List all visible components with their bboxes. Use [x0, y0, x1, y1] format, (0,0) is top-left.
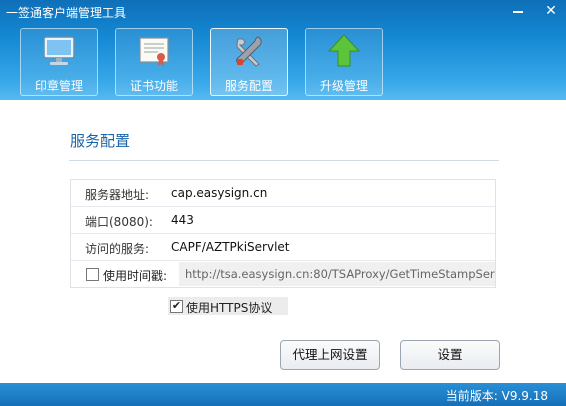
nav-label: 服务配置: [224, 79, 273, 93]
minimize-icon[interactable]: [508, 2, 528, 20]
nav-label: 升级管理: [319, 79, 368, 93]
port-label: 端口(8080):: [85, 215, 153, 229]
service-config-form: 服务器地址: cap.easysign.cn 端口(8080): 443 访问的…: [70, 179, 496, 288]
timestamp-label: 使用时间戳:: [103, 269, 168, 283]
nav-seal-management[interactable]: 印章管理: [20, 28, 98, 96]
apply-settings-button[interactable]: 设置: [400, 340, 500, 370]
timestamp-checkbox[interactable]: [86, 268, 99, 281]
https-option[interactable]: ✔ 使用HTTPS协议: [168, 297, 288, 315]
https-label: 使用HTTPS协议: [186, 301, 273, 315]
server-address-row: 服务器地址: cap.easysign.cn: [71, 180, 495, 207]
nav-certificate[interactable]: 证书功能: [115, 28, 193, 96]
version-text: 当前版本: V9.9.18: [445, 389, 548, 403]
certificate-icon: [139, 37, 169, 66]
upgrade-arrow-icon: [327, 34, 361, 67]
header-bar: 一签通客户端管理工具 ✕ 印章管理 证书功能 服务配置 升级管理: [0, 0, 566, 100]
timestamp-row: 使用时间戳: http://tsa.easysign.cn:80/TSAProx…: [71, 261, 495, 287]
server-address-field[interactable]: cap.easysign.cn: [171, 186, 267, 200]
port-row: 端口(8080): 443: [71, 207, 495, 234]
service-row: 访问的服务: CAPF/AZTPkiServlet: [71, 234, 495, 261]
status-bar: 当前版本: V9.9.18: [0, 383, 566, 406]
nav-label: 证书功能: [129, 79, 178, 93]
nav-service-config[interactable]: 服务配置: [210, 28, 288, 96]
https-checkbox[interactable]: ✔: [170, 300, 183, 313]
tools-icon: [236, 36, 262, 67]
service-label: 访问的服务:: [85, 242, 150, 256]
page-title: 服务配置: [70, 132, 131, 150]
proxy-settings-button[interactable]: 代理上网设置: [280, 340, 380, 370]
monitor-icon: [43, 36, 75, 65]
port-field[interactable]: 443: [171, 213, 194, 227]
main-content: 服务配置 服务器地址: cap.easysign.cn 端口(8080): 44…: [0, 100, 566, 383]
title-divider: [69, 160, 499, 161]
nav-label: 印章管理: [34, 79, 83, 93]
window-title: 一签通客户端管理工具: [6, 6, 127, 20]
timestamp-url-field[interactable]: http://tsa.easysign.cn:80/TSAProxy/GetTi…: [179, 262, 495, 286]
service-field[interactable]: CAPF/AZTPkiServlet: [171, 240, 290, 254]
close-icon[interactable]: ✕: [541, 2, 561, 20]
app-window: 一签通客户端管理工具 ✕ 印章管理 证书功能 服务配置 升级管理 服务配置 服务…: [0, 0, 566, 406]
nav-upgrade[interactable]: 升级管理: [305, 28, 383, 96]
server-address-label: 服务器地址:: [85, 188, 150, 202]
